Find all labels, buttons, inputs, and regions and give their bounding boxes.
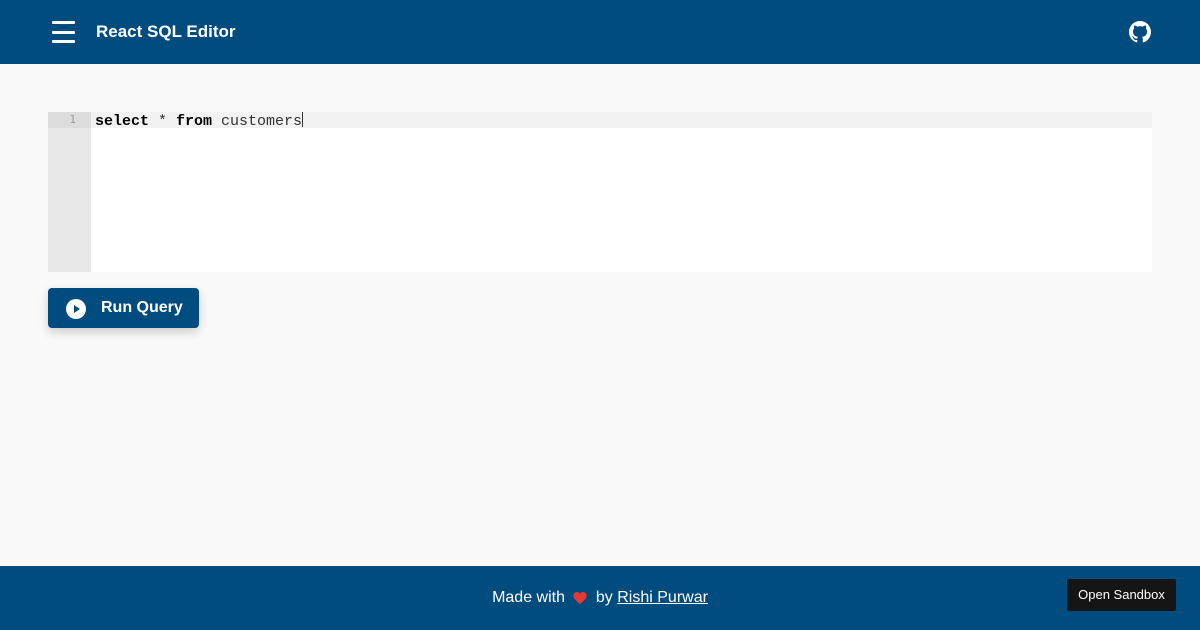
by-text: by [595,589,613,606]
open-sandbox-button[interactable]: Open Sandbox [1067,579,1176,611]
author-link[interactable]: Rishi Purwar [617,589,708,606]
play-circle-icon [66,299,86,319]
menu-bar [52,30,75,34]
sql-editor[interactable]: 1 select * from customers [48,112,1152,272]
made-with-text: Made with [492,589,565,606]
app-bar: React SQL Editor [0,0,1200,64]
heart-icon [573,592,588,605]
sql-table-name: customers [212,113,303,130]
line-number: 1 [69,113,76,126]
footer-credit: Made with by Rishi Purwar [0,589,1200,607]
app-title: React SQL Editor [96,22,236,41]
menu-bar [52,40,75,43]
sql-keyword-from: from [176,113,213,130]
run-query-button[interactable]: Run Query [48,288,199,328]
sql-keyword-select: select [95,113,150,130]
run-query-label: Run Query [101,299,183,316]
code-line[interactable]: select * from customers [95,112,304,130]
sql-star: * [149,113,177,130]
text-cursor [302,112,304,127]
github-icon[interactable] [1129,21,1151,43]
editor-gutter [48,112,91,272]
menu-bar [52,21,75,24]
footer: Made with by Rishi Purwar Open Sandbox [0,566,1200,630]
hamburger-menu-icon[interactable] [52,21,76,43]
